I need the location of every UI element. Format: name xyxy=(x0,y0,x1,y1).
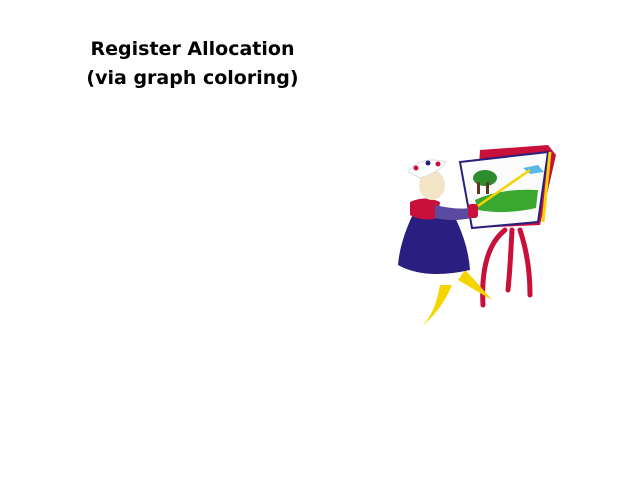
painter-at-easel-clipart xyxy=(398,145,556,328)
slide-title: Register Allocation (via graph coloring) xyxy=(70,35,315,93)
title-line-1: Register Allocation xyxy=(90,38,295,60)
easel-legs xyxy=(480,227,533,308)
title-line-2: (via graph coloring) xyxy=(86,67,299,89)
